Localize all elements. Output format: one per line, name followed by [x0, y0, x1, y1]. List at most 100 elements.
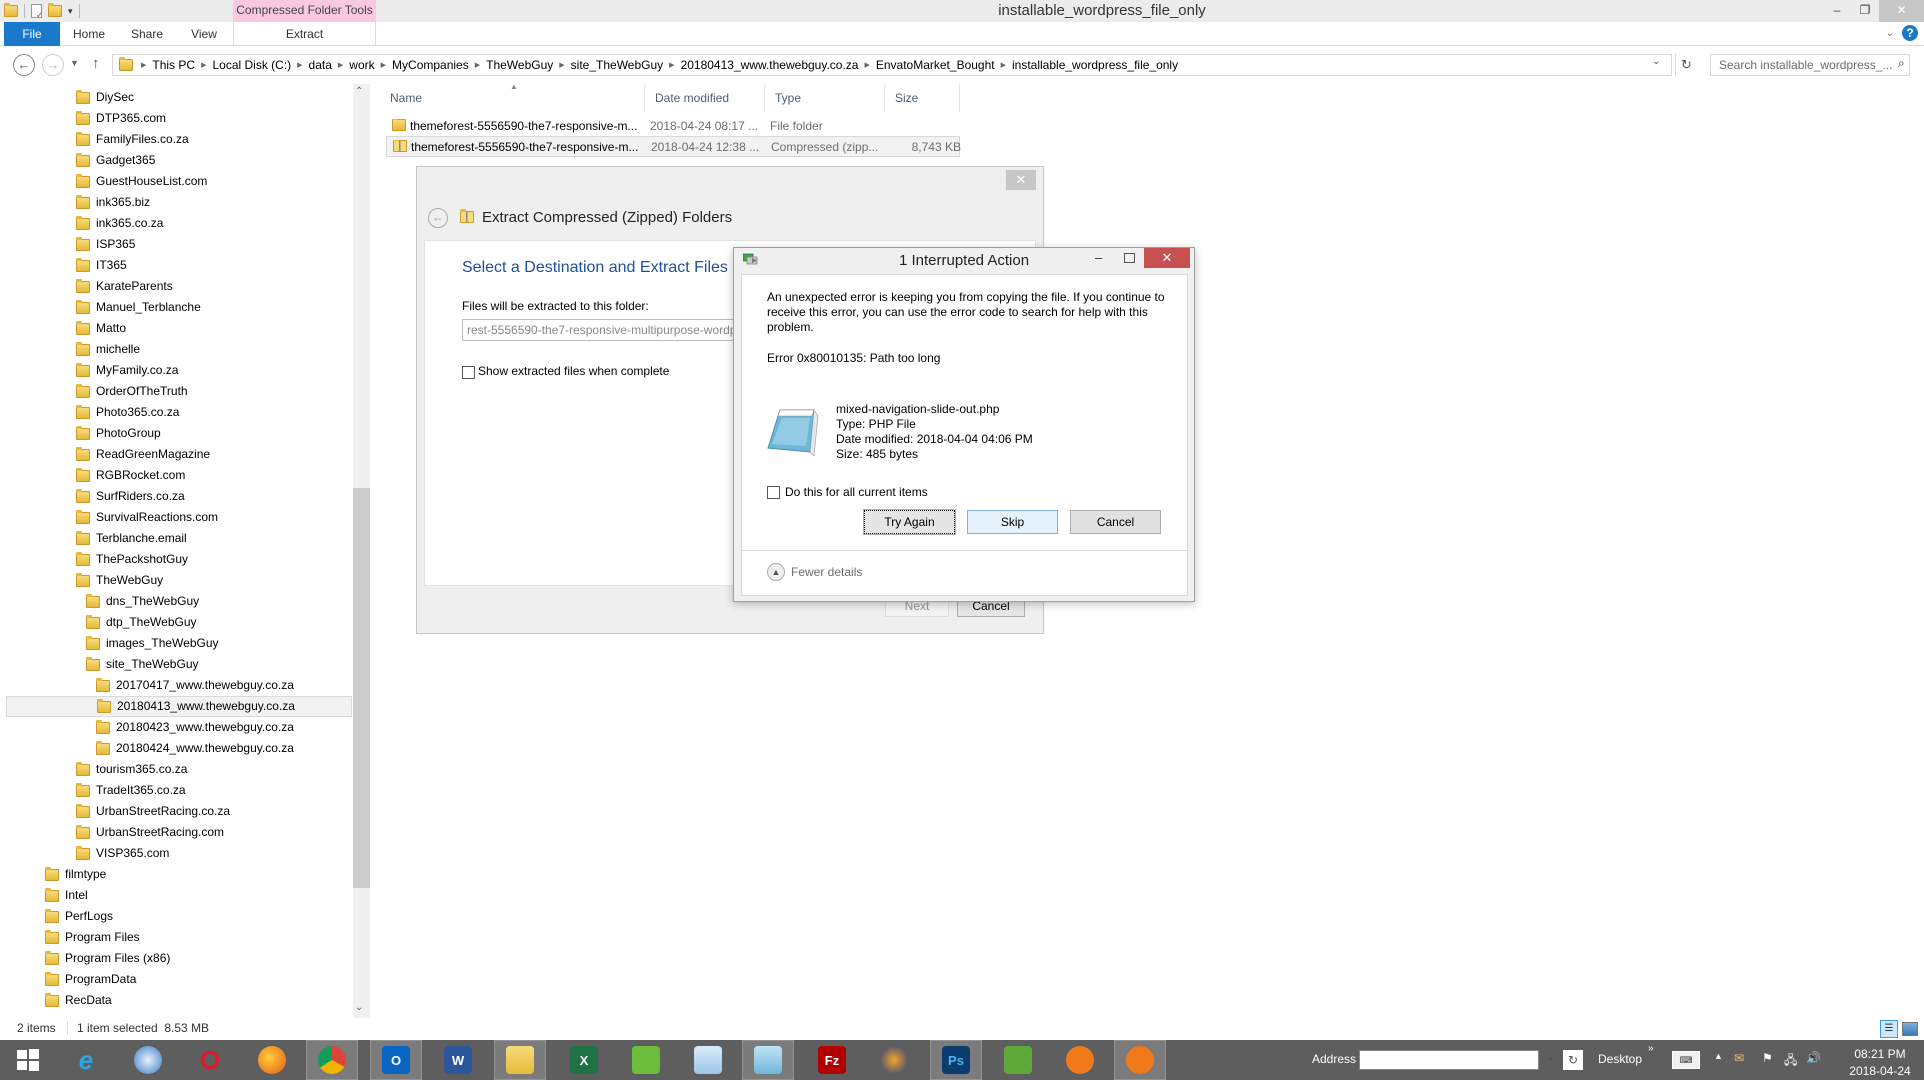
- tree-item[interactable]: tourism365.co.za: [76, 759, 187, 780]
- show-extracted-files-checkbox[interactable]: [462, 366, 475, 379]
- tree-item[interactable]: OrderOfTheTruth: [76, 381, 188, 402]
- taskbar-green-app-button[interactable]: [620, 1040, 672, 1080]
- details-view-icon[interactable]: ☰: [1880, 1020, 1898, 1038]
- tab-file[interactable]: File: [4, 22, 60, 46]
- tree-item[interactable]: DTP365.com: [76, 108, 166, 129]
- taskbar-address-input[interactable]: [1359, 1050, 1539, 1070]
- tree-item[interactable]: PhotoGroup: [76, 423, 161, 444]
- tree-item[interactable]: TheWebGuy: [76, 570, 163, 591]
- tree-item[interactable]: filmtype: [45, 864, 106, 885]
- tree-item[interactable]: ProgramData: [45, 969, 136, 990]
- back-button[interactable]: ←: [13, 54, 35, 76]
- try-again-button[interactable]: Try Again: [863, 509, 956, 535]
- taskbar-opera-button[interactable]: O: [184, 1040, 236, 1080]
- tab-share[interactable]: Share: [118, 22, 176, 46]
- show-extracted-files-label[interactable]: Show extracted files when complete: [478, 364, 669, 378]
- tree-item[interactable]: DiySec: [76, 87, 134, 108]
- taskbar-calculator-button[interactable]: [682, 1040, 734, 1080]
- taskbar-start-button[interactable]: [2, 1040, 54, 1080]
- tree-item[interactable]: 20180424_www.thewebguy.co.za: [96, 738, 294, 759]
- action-center-flag-icon[interactable]: ⚑: [1762, 1051, 1773, 1065]
- tree-item[interactable]: RGBRocket.com: [76, 465, 185, 486]
- taskbar-photoshop-button[interactable]: Ps: [930, 1040, 982, 1080]
- file-row[interactable]: themeforest-5556590-the7-responsive-m...…: [386, 115, 960, 136]
- recent-locations-chevron-down-icon[interactable]: ▼: [70, 58, 79, 68]
- taskbar-corel-app-2-button[interactable]: [1114, 1040, 1166, 1080]
- apply-to-all-checkbox[interactable]: [767, 486, 780, 499]
- expand-ribbon-chevron-down-icon[interactable]: ⌄: [1886, 28, 1894, 39]
- tree-item[interactable]: UrbanStreetRacing.com: [76, 822, 224, 843]
- breadcrumb-mycompanies[interactable]: MyCompanies: [386, 58, 475, 72]
- tree-item[interactable]: Manuel_Terblanche: [76, 297, 201, 318]
- wizard-back-button[interactable]: ←: [428, 208, 448, 228]
- tree-item[interactable]: TradeIt365.co.za: [76, 780, 186, 801]
- search-input[interactable]: Search installable_wordpress_...: [1710, 54, 1910, 76]
- tree-item[interactable]: images_TheWebGuy: [86, 633, 219, 654]
- taskbar-firefox-button[interactable]: [246, 1040, 298, 1080]
- tree-item[interactable]: Intel: [45, 885, 88, 906]
- tab-view[interactable]: View: [176, 22, 232, 46]
- taskbar-corel-app-1-button[interactable]: [1054, 1040, 1106, 1080]
- address-bar[interactable]: ▶ This PC ▶ Local Disk (C:) ▶ data ▶ wor…: [112, 54, 1672, 76]
- tree-item[interactable]: FamilyFiles.co.za: [76, 129, 189, 150]
- network-icon[interactable]: 🖧: [1784, 1051, 1797, 1072]
- taskbar-media-app-button[interactable]: [868, 1040, 920, 1080]
- large-icons-view-icon[interactable]: [1902, 1022, 1918, 1036]
- tree-item[interactable]: GuestHouseList.com: [76, 171, 207, 192]
- scroll-up-icon[interactable]: ⌃: [355, 86, 363, 97]
- tree-item[interactable]: dns_TheWebGuy: [86, 591, 199, 612]
- mail-icon[interactable]: ✉: [1734, 1051, 1744, 1065]
- column-header-name[interactable]: Name: [380, 84, 645, 112]
- file-row[interactable]: themeforest-5556590-the7-responsive-m...…: [386, 136, 961, 157]
- taskbar-address-chevron-down-icon[interactable]: ⌄: [1547, 1052, 1555, 1063]
- fewer-details-toggle[interactable]: Fewer details: [791, 565, 862, 579]
- desktop-toolbar-label[interactable]: Desktop: [1598, 1052, 1642, 1066]
- column-header-date-modified[interactable]: Date modified: [645, 84, 765, 112]
- breadcrumb-envatomarket[interactable]: EnvatoMarket_Bought: [870, 58, 1001, 72]
- tree-item[interactable]: Matto: [76, 318, 126, 339]
- breadcrumb-current-folder[interactable]: installable_wordpress_file_only: [1006, 58, 1184, 72]
- tree-item[interactable]: 20180423_www.thewebguy.co.za: [96, 717, 294, 738]
- breadcrumb-site-thewebguy[interactable]: site_TheWebGuy: [565, 58, 670, 72]
- up-arrow-icon[interactable]: ↑: [92, 55, 100, 72]
- tree-item[interactable]: 20170417_www.thewebguy.co.za: [96, 675, 294, 696]
- address-history-chevron-down-icon[interactable]: ⌄: [1652, 56, 1660, 67]
- close-button[interactable]: ✕: [1879, 0, 1924, 22]
- dialog-close-button[interactable]: ✕: [1144, 248, 1190, 268]
- tree-item[interactable]: Terblanche.email: [76, 528, 187, 549]
- column-header-size[interactable]: Size: [885, 84, 960, 112]
- tree-item[interactable]: Program Files (x86): [45, 948, 170, 969]
- tree-item[interactable]: michelle: [76, 339, 140, 360]
- dialog-maximize-button[interactable]: [1124, 253, 1135, 263]
- taskbar-chrome-button[interactable]: [306, 1040, 358, 1080]
- taskbar-internet-explorer-button[interactable]: e: [60, 1040, 112, 1080]
- chevron-up-icon[interactable]: ▲: [767, 563, 785, 581]
- tree-item[interactable]: ReadGreenMagazine: [76, 444, 210, 465]
- tree-item[interactable]: MyFamily.co.za: [76, 360, 178, 381]
- tree-item[interactable]: ThePackshotGuy: [76, 549, 188, 570]
- breadcrumb-20180413[interactable]: 20180413_www.thewebguy.co.za: [675, 58, 865, 72]
- breadcrumb-data[interactable]: data: [303, 58, 338, 72]
- taskbar-excel-button[interactable]: X: [558, 1040, 610, 1080]
- breadcrumb-work[interactable]: work: [343, 58, 380, 72]
- refresh-icon[interactable]: ↻: [1675, 54, 1697, 76]
- breadcrumb-this-pc[interactable]: This PC: [146, 58, 201, 72]
- tree-item[interactable]: ISP365: [76, 234, 135, 255]
- apply-to-all-label[interactable]: Do this for all current items: [785, 485, 928, 499]
- restore-button[interactable]: ❐: [1851, 0, 1879, 22]
- tree-item[interactable]: ink365.biz: [76, 192, 150, 213]
- help-icon[interactable]: ?: [1902, 25, 1918, 41]
- tree-item[interactable]: dtp_TheWebGuy: [86, 612, 197, 633]
- taskbar-safari-button[interactable]: [122, 1040, 174, 1080]
- taskbar-outlook-button[interactable]: O: [370, 1040, 422, 1080]
- tree-item[interactable]: VISP365.com: [76, 843, 169, 864]
- taskbar-filezilla-button[interactable]: Fz: [806, 1040, 858, 1080]
- taskbar-file-explorer-button[interactable]: [494, 1040, 546, 1080]
- volume-icon[interactable]: 🔊: [1806, 1051, 1821, 1065]
- column-header-type[interactable]: Type: [765, 84, 885, 112]
- destination-input[interactable]: rest-5556590-the7-responsive-multipurpos…: [462, 319, 742, 341]
- wizard-close-button[interactable]: ✕: [1006, 170, 1036, 190]
- tab-home[interactable]: Home: [60, 22, 118, 46]
- skip-button[interactable]: Skip: [967, 510, 1058, 534]
- tab-extract[interactable]: Extract: [233, 22, 376, 46]
